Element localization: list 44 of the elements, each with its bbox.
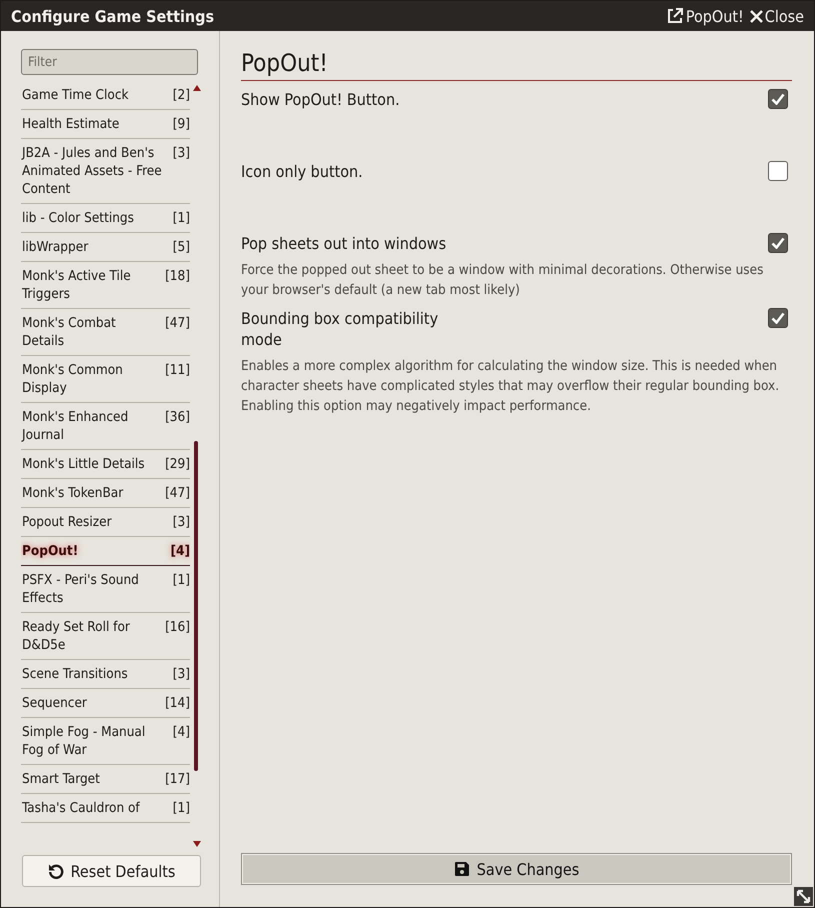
- popout-button[interactable]: PopOut!: [666, 6, 744, 26]
- module-list-item[interactable]: Popout Resizer [3]: [21, 508, 190, 537]
- module-list-item[interactable]: Simple Fog - Manual Fog of War [4]: [21, 718, 190, 765]
- module-list-item[interactable]: Smart Target [17]: [21, 765, 190, 794]
- module-list-item[interactable]: Game Time Clock [2]: [21, 81, 190, 110]
- checkbox[interactable]: [768, 233, 788, 253]
- resize-handle-icon[interactable]: [794, 887, 813, 906]
- module-list-item[interactable]: Scene Transitions [3]: [21, 660, 190, 689]
- module-list-item[interactable]: Monk's Active Tile Triggers [18]: [21, 262, 190, 309]
- setting-hint: Enables a more complex algorithm for calculating the window size. This is needed when character sheets have complicated styles that may overflow their regular bounding box. Enabling this option may negatively impact performance.: [241, 357, 780, 416]
- external-link-icon: [666, 7, 684, 25]
- setting-label: Bounding box compatibility mode: [241, 308, 440, 350]
- module-list-item[interactable]: Health Estimate [9]: [21, 110, 190, 139]
- setting-label: Pop sheets out into windows: [241, 233, 446, 254]
- module-list-item[interactable]: Monk's TokenBar [47]: [21, 479, 190, 508]
- module-list-item[interactable]: Sequencer [14]: [21, 689, 190, 718]
- setting-label: Icon only button.: [241, 161, 363, 182]
- module-list-item[interactable]: Tasha's Cauldron of [1]: [21, 794, 190, 823]
- checkbox[interactable]: [768, 308, 788, 328]
- close-icon: [750, 10, 763, 22]
- checkbox[interactable]: [768, 89, 788, 109]
- scroll-down-icon[interactable]: [193, 841, 201, 847]
- module-list-item[interactable]: Monk's Little Details [29]: [21, 450, 190, 479]
- setting-label: Show PopOut! Button.: [241, 89, 400, 110]
- close-button[interactable]: Close: [750, 6, 804, 26]
- module-list-item[interactable]: Monk's Common Display [11]: [21, 356, 190, 403]
- undo-icon: [48, 863, 64, 879]
- checkbox[interactable]: [768, 161, 788, 181]
- module-list-item[interactable]: lib - Color Settings [1]: [21, 204, 190, 233]
- module-list-item[interactable]: Monk's Enhanced Journal [36]: [21, 403, 190, 450]
- filter-field[interactable]: Filter: [21, 49, 198, 75]
- module-list-item[interactable]: Ready Set Roll for D&D5e [16]: [21, 613, 190, 660]
- window-title: Configure Game Settings: [11, 6, 216, 26]
- setting-hint: Force the popped out sheet to be a window with minimal decorations. Otherwise uses your browser's default (a new tab most likely): [241, 261, 764, 300]
- scroll-up-icon[interactable]: [193, 85, 201, 91]
- module-list-item[interactable]: libWrapper [5]: [21, 233, 190, 262]
- section-title: PopOut!: [241, 49, 792, 81]
- module-list-item[interactable]: PopOut! [4]: [21, 537, 190, 566]
- reset-defaults-button[interactable]: Reset Defaults: [22, 855, 201, 887]
- module-list-item[interactable]: PSFX - Peri's Sound Effects [1]: [21, 566, 190, 613]
- save-changes-button[interactable]: Save Changes: [241, 853, 792, 885]
- scrollbar-thumb[interactable]: [194, 441, 198, 771]
- module-list-item[interactable]: JB2A - Jules and Ben's Animated Assets - Free Content [3]: [21, 139, 190, 204]
- module-list-item[interactable]: Monk's Combat Details [47]: [21, 309, 190, 356]
